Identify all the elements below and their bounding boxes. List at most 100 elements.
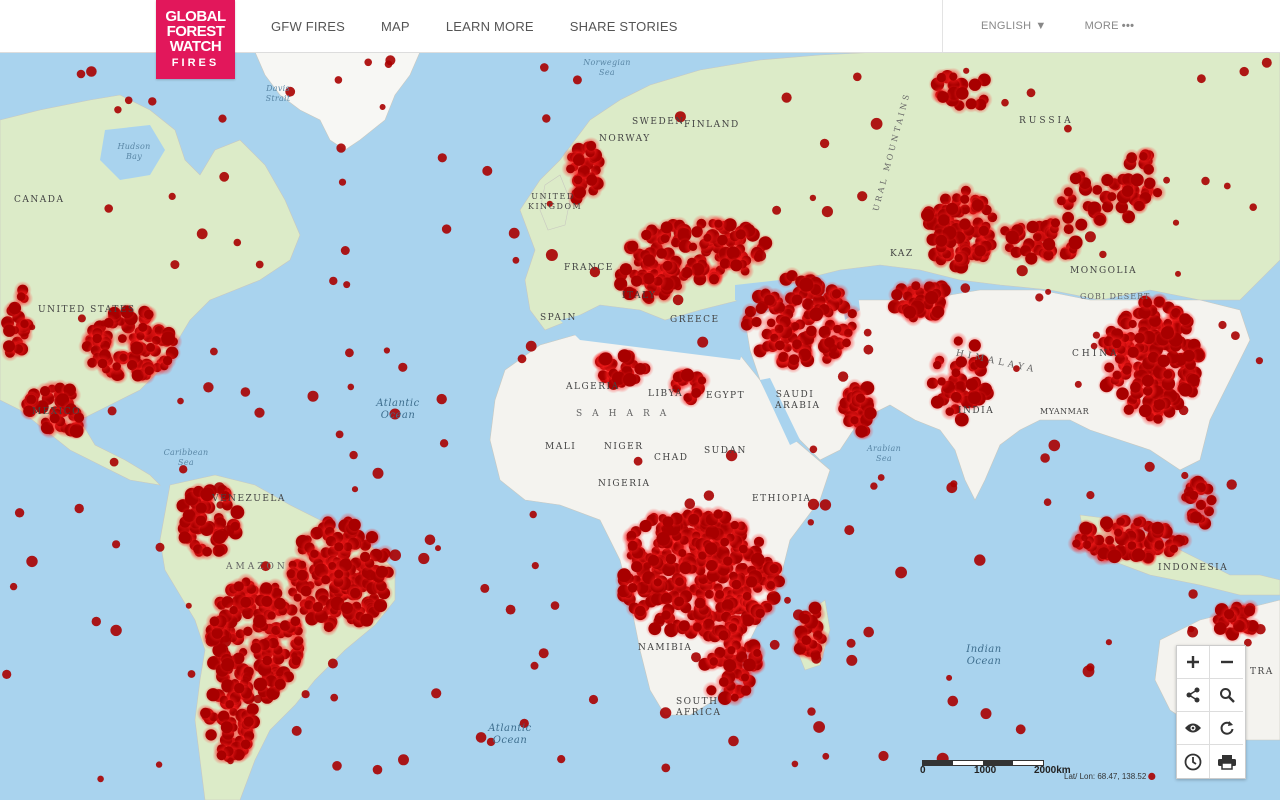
fire-point — [788, 354, 800, 365]
coordinates-readout: Lat/ Lon: 68.47, 138.52 — [1064, 772, 1147, 781]
fire-point — [1179, 384, 1190, 395]
fire-point — [1082, 665, 1095, 678]
refresh-button[interactable] — [1210, 712, 1243, 745]
nav-map[interactable]: MAP — [381, 19, 410, 34]
search-button[interactable] — [1210, 679, 1243, 712]
visibility-button[interactable] — [1177, 712, 1210, 745]
fire-point — [821, 206, 834, 218]
fire-point — [717, 234, 728, 246]
nav-learn-more[interactable]: LEARN MORE — [446, 19, 534, 34]
fire-point — [155, 761, 163, 768]
more-dots-icon: ••• — [1121, 20, 1135, 32]
fire-point — [321, 575, 331, 585]
search-icon — [1219, 688, 1235, 703]
fire-point — [196, 228, 208, 240]
fire-point — [1050, 218, 1061, 228]
fire-point — [185, 602, 192, 609]
fire-point — [112, 540, 121, 549]
fire-point — [937, 91, 949, 103]
fire-point — [723, 556, 733, 566]
fire-point — [1068, 235, 1083, 250]
fire-point — [844, 525, 855, 536]
fire-point — [697, 336, 709, 348]
fire-point — [436, 393, 447, 405]
fire-point — [220, 636, 232, 647]
fire-point — [678, 549, 687, 557]
fire-point — [437, 153, 447, 163]
fire-point — [627, 583, 638, 593]
fire-point — [329, 276, 338, 286]
map-controls — [1176, 645, 1246, 779]
fire-point — [206, 688, 220, 702]
print-button[interactable] — [1210, 745, 1243, 778]
fire-point — [801, 635, 812, 645]
fire-point — [1100, 516, 1114, 530]
label-norwegian-sea: Norwegian Sea — [583, 58, 631, 77]
fire-point — [1223, 182, 1231, 190]
label-gobi-desert: GOBI DESERT — [1080, 292, 1151, 301]
fire-point — [837, 371, 849, 382]
nav-gfw-fires[interactable]: GFW FIRES — [271, 19, 345, 34]
fire-point — [960, 283, 971, 293]
fire-point — [76, 69, 86, 79]
fire-point — [1163, 176, 1170, 184]
fire-point — [1178, 405, 1189, 416]
timeline-button[interactable] — [1177, 745, 1210, 778]
caret-down-icon: ▼ — [1035, 20, 1047, 32]
zoom-in-button[interactable] — [1177, 646, 1210, 679]
fire-point — [1086, 491, 1095, 500]
scale-tick-0: 0 — [920, 765, 926, 776]
label-saudi-arabia: SAUDI ARABIA — [775, 390, 821, 411]
fire-point — [243, 716, 254, 727]
zoom-out-button[interactable] — [1210, 646, 1243, 679]
fire-point — [674, 596, 685, 607]
fire-point — [1261, 57, 1272, 68]
nav-share-stories[interactable]: SHARE STORIES — [570, 19, 678, 34]
fire-point — [508, 227, 520, 239]
fire-point — [1163, 369, 1173, 379]
fire-point — [617, 349, 632, 363]
fire-point — [360, 551, 371, 563]
fire-point — [863, 328, 872, 337]
fire-point — [112, 362, 121, 371]
top-header: GLOBAL FOREST WATCH FIRES GFW FIRES MAP … — [0, 0, 1280, 79]
fire-point — [230, 505, 245, 520]
fire-point — [372, 764, 383, 775]
fire-point — [947, 695, 959, 707]
fire-point — [225, 700, 234, 709]
more-menu[interactable]: MORE ••• — [1085, 20, 1135, 32]
fire-point — [706, 685, 717, 696]
fire-point — [935, 234, 948, 247]
basemap — [0, 52, 1280, 800]
fire-point — [327, 658, 338, 669]
fire-point — [775, 340, 785, 351]
language-dropdown[interactable]: ENGLISH ▼ — [981, 20, 1047, 32]
fire-point — [684, 498, 696, 510]
fire-map[interactable]: CANADA UNITED STATES MEXICO VENEZUELA AM… — [0, 52, 1280, 800]
fire-point — [704, 542, 718, 555]
fire-point — [963, 67, 970, 74]
fire-point — [398, 362, 408, 372]
fire-point — [1075, 218, 1088, 231]
fire-point — [853, 72, 862, 82]
fire-point — [742, 591, 752, 601]
fire-point — [930, 395, 944, 409]
fire-point — [1206, 495, 1217, 506]
fire-point — [968, 78, 982, 91]
fire-point — [631, 275, 643, 287]
fire-point — [662, 260, 673, 271]
logo-line-4: FIRES — [171, 57, 220, 69]
fire-point — [424, 534, 436, 546]
share-button[interactable] — [1177, 679, 1210, 712]
fire-point — [740, 563, 748, 570]
fire-point — [723, 659, 737, 672]
fire-point — [1154, 540, 1165, 550]
fire-point — [213, 482, 226, 494]
fire-point — [364, 58, 373, 67]
fire-point — [653, 578, 662, 587]
label-ethiopia: ETHIOPIA — [752, 494, 812, 504]
fire-point — [631, 561, 643, 573]
fire-point — [819, 499, 832, 511]
gfw-fires-logo[interactable]: GLOBAL FOREST WATCH FIRES — [156, 0, 235, 79]
fire-point — [754, 249, 767, 262]
